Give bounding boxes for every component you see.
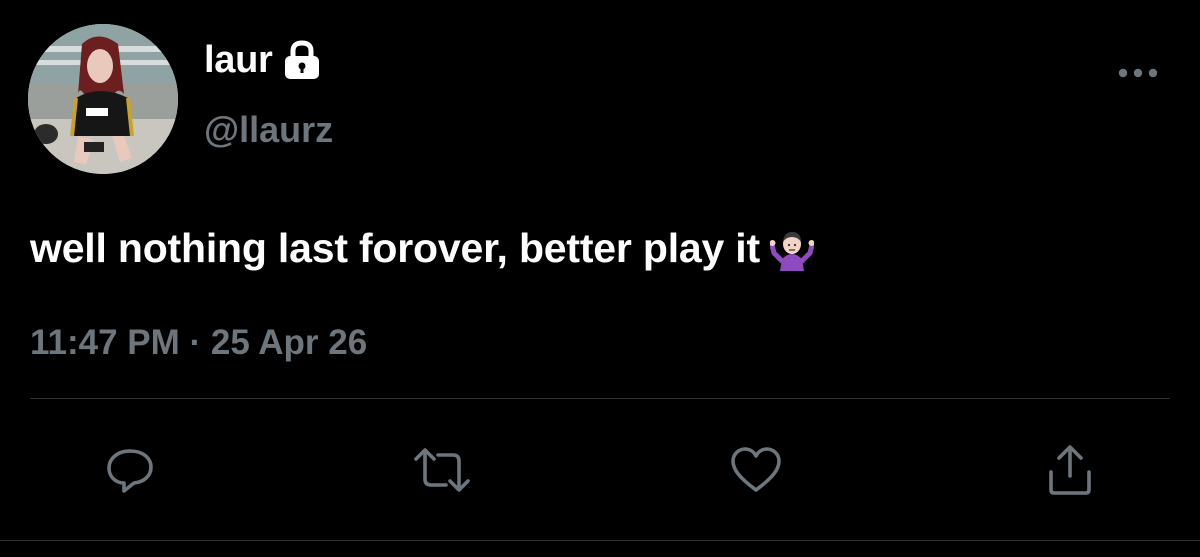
heart-icon <box>731 447 781 492</box>
profile-photo <box>28 24 178 174</box>
more-icon <box>1118 68 1158 78</box>
reply-button[interactable] <box>100 440 160 500</box>
retweet-icon <box>414 448 470 492</box>
avatar[interactable] <box>28 24 178 174</box>
share-button[interactable] <box>1040 440 1100 500</box>
retweet-button[interactable] <box>412 440 472 500</box>
author-handle[interactable]: @llaurz <box>204 112 333 148</box>
share-icon <box>1049 445 1091 495</box>
divider <box>30 398 1170 399</box>
more-options-button[interactable] <box>1110 58 1166 88</box>
bottom-divider <box>0 540 1200 541</box>
tweet-text: well nothing last forover, better play i… <box>30 224 815 273</box>
like-button[interactable] <box>726 440 786 500</box>
tweet-timestamp[interactable]: 11:47 PM · 25 Apr 26 <box>30 325 367 360</box>
author-display-name[interactable]: laur <box>204 40 323 80</box>
reply-icon <box>107 449 153 493</box>
lock-icon <box>281 40 323 80</box>
display-name-text: laur <box>204 39 273 81</box>
person-shrugging-emoji-icon <box>769 227 815 271</box>
tweet-text-content: well nothing last forover, better play i… <box>30 225 760 271</box>
